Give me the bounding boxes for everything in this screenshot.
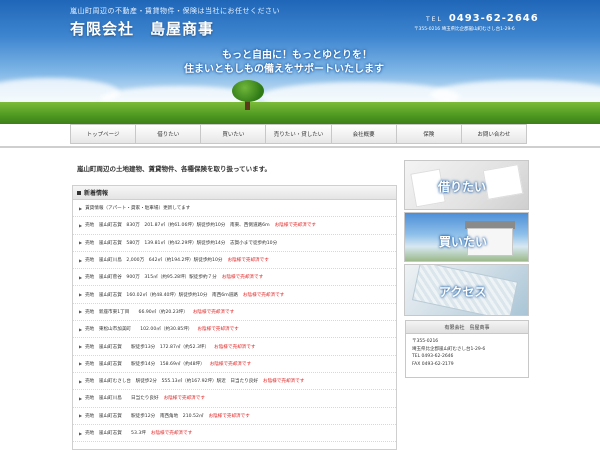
news-item[interactable]: ▶ 売地 嵐山町菅谷 900万 315㎡（約95.28坪）駅徒歩約７分 お陰様で売却… <box>73 269 396 287</box>
news-item[interactable]: ▶ 売地 嵐山町志賀 駅徒歩13分 172.87㎡（約52.3坪） お陰様で売却済で… <box>73 338 396 356</box>
news-item[interactable]: ▶ 売地 嵐山町川島 2,000万 642㎡（約194.2坪）駅徒歩約10分 お陰様… <box>73 252 396 270</box>
site-tagline: 嵐山町周辺の不動産・賃貸物件・保険は当社にお任せください <box>70 7 280 15</box>
news-item-text[interactable]: 売地 嵐山町川島 2,000万 642㎡（約194.2坪）駅徒歩約10分 <box>85 257 222 263</box>
nav-item-rent[interactable]: 借りたい <box>136 125 202 143</box>
news-item[interactable]: ▶ 売地 嵐山町川島 日当たり良好 お陰様で売却済です <box>73 390 396 408</box>
news-item-status: お陰様で売却済です <box>208 413 250 419</box>
header-banner: 嵐山町周辺の不動産・賃貸物件・保険は当社にお任せください 有限会社 島屋商事 T… <box>0 0 600 124</box>
news-item-text[interactable]: 売地 嵐山町志賀 駅徒歩14分 158.69㎡（約48坪） <box>85 361 205 367</box>
nav-item-company[interactable]: 会社概要 <box>331 125 397 143</box>
arrow-right-icon: ▶ <box>79 361 83 367</box>
news-header: 新着情報 <box>73 186 396 200</box>
news-item-status: お陰様で売却済です <box>192 309 235 315</box>
company-logo[interactable]: 有限会社 島屋商事 <box>70 18 214 39</box>
news-item-text[interactable]: 売地 嵐山町志賀 駅徒歩13分 172.87㎡（約52.3坪） <box>85 344 209 350</box>
arrow-right-icon: ▶ <box>79 292 83 298</box>
arrow-right-icon: ▶ <box>79 257 83 263</box>
news-item-status: お陰様で売却済です <box>274 223 317 229</box>
grass-field <box>0 102 600 124</box>
intro-text: 嵐山町周辺の土地建物、賃貸物件、各種保険を取り扱っています。 <box>77 165 272 173</box>
news-item-text[interactable]: 売地 嵐山町志賀 830万 201.87㎡（約61.06坪）駅徒歩約10分 南東… <box>85 222 270 228</box>
news-list: ▶ 賃貸情報（アパート・貸家・駐車場）更新してます ▶ 売地 嵐山町志賀 830万 … <box>73 200 396 443</box>
catchphrase-line-1: もっと自由に！もっとゆとりを！ <box>222 50 372 61</box>
banner-rent[interactable]: 借りたい <box>404 160 529 210</box>
tree-icon <box>232 80 264 102</box>
news-item[interactable]: ▶ 賃貸情報（アパート・貸家・駐車場）更新してます <box>73 200 396 218</box>
company-address: 埼玉県比企郡嵐山町むさし台1-29-6 <box>412 346 486 352</box>
company-fax: FAX 0493-62-2179 <box>412 361 454 367</box>
news-item[interactable]: ▶ 売地 嵐山町志賀 駅徒歩14分 158.69㎡（約48坪） お陰様で売却済です <box>73 356 396 373</box>
nav-item-insurance[interactable]: 保険 <box>396 125 462 143</box>
arrow-right-icon: ▶ <box>79 395 83 401</box>
catchphrase-line-2: 住まいともしもの備えをサポートいたします <box>184 64 384 75</box>
news-item[interactable]: ▶ 売地 嵐山町志賀 53.3坪 お陰様で売却済です <box>73 425 396 443</box>
company-zip: 〒355-0216 <box>412 339 439 344</box>
banner-rent-label: 借りたい <box>438 180 487 194</box>
news-item-text[interactable]: 売地 嵐山町むさし台 駅徒歩2分 555.13㎡（約167.92坪）駅近 日当た… <box>85 378 258 384</box>
arrow-right-icon: ▶ <box>79 274 83 280</box>
news-item[interactable]: ▶ 売地 嵐山町志賀 580万 139.81㎡（約42.29坪）駅徒歩約14分 志… <box>73 235 396 252</box>
news-item[interactable]: ▶ 売地 東松山市加美町 102.00㎡（約30.85坪） お陰様で売却済です <box>73 321 396 339</box>
news-item-status: お陰様で売却済です <box>197 327 239 333</box>
news-item-text[interactable]: 売地 東松山市加美町 102.00㎡（約30.85坪） <box>85 326 192 332</box>
news-item[interactable]: ▶ 売地 嵐山町志賀 830万 201.87㎡（約61.06坪）駅徒歩約10分 南… <box>73 217 396 235</box>
arrow-right-icon: ▶ <box>79 222 83 228</box>
news-item[interactable]: ▶ 売地 嵐山町むさし台 駅徒歩2分 555.13㎡（約167.92坪）駅近 日当… <box>73 373 396 391</box>
nav-item-buy[interactable]: 買いたい <box>201 125 267 143</box>
arrow-right-icon: ▶ <box>79 309 83 315</box>
arrow-right-icon: ▶ <box>79 378 83 384</box>
news-item-status: お陰様で売却済です <box>209 361 252 367</box>
news-item-status: お陰様で売却済です <box>214 344 256 350</box>
banner-buy[interactable]: 買いたい <box>404 212 529 262</box>
news-item-status: お陰様で売却済です <box>242 292 285 298</box>
news-item-text[interactable]: 売地 嵐山町志賀 53.3坪 <box>85 430 146 436</box>
header-address: 〒355-0216 埼玉県比企郡嵐山町むさし台1-29-6 <box>414 27 515 32</box>
arrow-right-icon: ▶ <box>79 240 83 246</box>
news-item-status: お陰様で売却済です <box>163 396 205 402</box>
document-icon <box>482 164 524 200</box>
news-item-status: お陰様で売却済です <box>150 431 193 436</box>
banner-access[interactable]: アクセス <box>404 264 529 316</box>
tel-value: 0493-62-2646 <box>448 13 539 24</box>
news-item-status: お陰様で売却済です <box>227 258 269 264</box>
nav-item-contact[interactable]: お問い合わせ <box>461 125 526 143</box>
news-item-text[interactable]: 売地 嵐山町志賀 580万 139.81㎡（約42.29坪）駅徒歩約14分 志賀… <box>85 240 277 246</box>
news-item-text[interactable]: 賃貸情報（アパート・貸家・駐車場）更新してます <box>85 205 190 211</box>
arrow-right-icon: ▶ <box>79 326 83 332</box>
news-item-status: お陰様で売却済です <box>262 379 305 385</box>
arrow-right-icon: ▶ <box>79 205 83 211</box>
news-item-status: お陰様で売却済です <box>221 275 264 281</box>
nav-divider <box>0 146 600 148</box>
company-info-body: 〒355-0216 埼玉県比企郡嵐山町むさし台1-29-6 TEL 0493-6… <box>406 334 528 372</box>
news-item[interactable]: ▶ 売地 嵐山町志賀 160.02㎡（約48.40坪）駅徒歩約10分 南西6ｍ道路… <box>73 286 396 304</box>
news-item-text[interactable]: 売地 嵐山町志賀 駅徒歩12分 南西角地 210.52㎡ <box>85 413 203 419</box>
news-item[interactable]: ▶ 売地 嵐山町志賀 駅徒歩12分 南西角地 210.52㎡ お陰様で売却済です <box>73 408 396 425</box>
tel-label: TEL <box>426 16 443 23</box>
news-title: 新着情報 <box>84 190 109 197</box>
news-item-text[interactable]: 売地 嵐山町志賀 160.02㎡（約48.40坪）駅徒歩約10分 南西6ｍ道路 <box>85 292 238 298</box>
news-panel: 新着情報 ▶ 賃貸情報（アパート・貸家・駐車場）更新してます ▶ 売地 嵐山町志賀 … <box>72 185 397 450</box>
news-item-text[interactable]: 売地 嵐山町菅谷 900万 315㎡（約95.28坪）駅徒歩約７分 <box>85 274 217 280</box>
news-item-text[interactable]: 売地 嵐山町川島 日当たり良好 <box>85 395 159 401</box>
company-info-box: 有限会社 島屋商事 〒355-0216 埼玉県比企郡嵐山町むさし台1-29-6 … <box>405 320 529 378</box>
nav-item-top[interactable]: トップページ <box>71 125 137 143</box>
square-bullet-icon <box>77 190 81 195</box>
arrow-right-icon: ▶ <box>79 430 83 436</box>
tel-number: TEL 0493-62-2646 <box>426 13 539 24</box>
news-item-text[interactable]: 売地 新座市東1丁目 66.90㎡（約20.23坪） <box>85 309 188 315</box>
company-tel: TEL 0493-62-2646 <box>412 354 454 359</box>
nav-item-sell-lease[interactable]: 売りたい・貸したい <box>266 125 332 143</box>
global-nav: トップページ 借りたい 買いたい 売りたい・貸したい 会社概要 保険 お問い合わ… <box>70 124 527 144</box>
arrow-right-icon: ▶ <box>79 344 83 350</box>
company-info-title: 有限会社 島屋商事 <box>406 321 528 334</box>
news-item[interactable]: ▶ 売地 新座市東1丁目 66.90㎡（約20.23坪） お陰様で売却済です <box>73 304 396 322</box>
banner-access-label: アクセス <box>439 285 487 299</box>
banner-buy-label: 買いたい <box>439 235 488 249</box>
arrow-right-icon: ▶ <box>79 413 83 419</box>
